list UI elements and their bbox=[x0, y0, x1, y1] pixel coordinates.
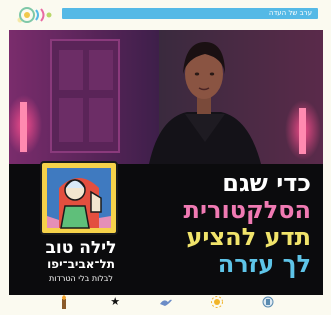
poster-message-area: לילה טוב תל־אביב־יפו לבלות בלי הטרדות כד… bbox=[9, 161, 323, 295]
emblem-icon bbox=[261, 295, 275, 309]
poster-photo bbox=[9, 30, 323, 164]
festival-title: לילה טוב bbox=[45, 238, 117, 258]
torch-icon bbox=[57, 295, 71, 309]
festival-badge: לילה טוב תל־אביב־יפו לבלות בלי הטרדות bbox=[19, 161, 139, 295]
festival-logo-icon[interactable] bbox=[14, 3, 56, 27]
headline-line-3: תדע להציע bbox=[186, 223, 311, 251]
headline-line-1: כדי שגם bbox=[222, 169, 311, 197]
tarot-card-illustration bbox=[40, 161, 118, 235]
campaign-headline: כדי שגם הסלקטורית תדע להציע לך עזרה bbox=[136, 170, 311, 278]
campaign-poster: לילה טוב תל־אביב־יפו לבלות בלי הטרדות כד… bbox=[9, 30, 323, 295]
festival-tagline: לבלות בלי הטרדות bbox=[49, 274, 113, 283]
sponsor-logos: ★ bbox=[9, 295, 323, 315]
sun-icon bbox=[210, 295, 224, 309]
headline-line-2: הסלקטורית bbox=[183, 196, 311, 224]
site-link[interactable]: ערב של העדה bbox=[62, 8, 318, 19]
top-bar: ערב של העדה bbox=[0, 0, 331, 30]
festival-city: תל־אביב־יפו bbox=[47, 257, 115, 271]
bird-icon bbox=[159, 295, 173, 309]
star-icon: ★ bbox=[110, 295, 121, 308]
headline-line-4: לך עזרה bbox=[217, 250, 311, 278]
